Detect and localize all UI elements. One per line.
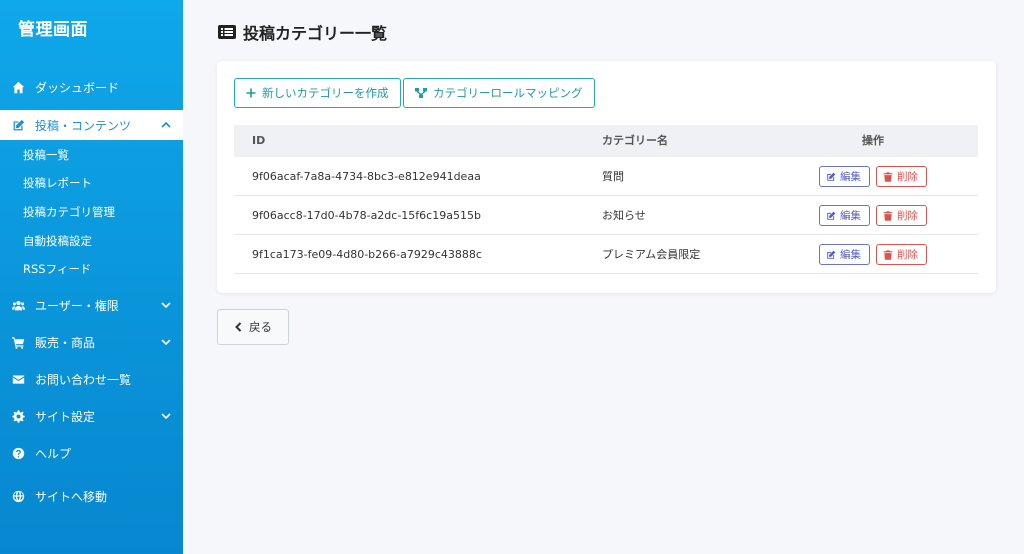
sidebar-item-label: サイトへ移動 [35,489,108,504]
sidebar-item-label: サイト設定 [35,409,96,424]
sidebar-item-help[interactable]: ヘルプ [0,438,183,468]
list-icon [218,24,236,40]
sidebar-item-sales-products[interactable]: 販売・商品 [0,327,183,357]
edit-button[interactable]: 編集 [819,166,870,187]
category-id: 9f1ca173-fe09-4d80-b266-a7929c43888c [252,248,482,261]
back-label: 戻る [249,320,272,334]
edit-label: 編集 [840,171,861,183]
edit-button[interactable]: 編集 [819,205,870,226]
home-icon [11,80,25,94]
edit-icon [827,211,836,220]
chevron-up-icon [160,119,172,131]
gear-icon [11,409,25,423]
sidebar-subitem-rss-feed[interactable]: RSSフィード [23,259,91,279]
create-category-label: 新しいカテゴリーを作成 [262,86,389,100]
chevron-down-icon [160,336,172,348]
delete-button[interactable]: 削除 [876,244,927,265]
trash-icon [883,249,893,260]
column-header-actions: 操作 [862,134,884,147]
page-title-text: 投稿カテゴリー一覧 [243,24,388,43]
chevron-down-icon [160,410,172,422]
trash-icon [883,171,893,182]
sidebar-item-label: 販売・商品 [35,335,96,350]
sidebar-item-label: ダッシュボード [35,80,120,95]
sidebar: 管理画面 ダッシュボード 投稿・コンテンツ 投稿一覧 投稿レポート 投稿カテゴリ… [0,0,183,554]
delete-label: 削除 [897,171,918,183]
sidebar-item-go-to-site[interactable]: サイトへ移動 [0,481,183,511]
trash-icon [883,210,893,221]
question-circle-icon [11,446,25,460]
category-id: 9f06acc8-17d0-4b78-a2dc-15f6c19a515b [252,209,481,222]
sidebar-item-posts-content[interactable]: 投稿・コンテンツ [0,110,183,140]
sitemap-icon [415,87,427,99]
table-header: ID カテゴリー名 操作 [234,125,978,157]
category-role-mapping-button[interactable]: カテゴリーロールマッピング [403,78,595,108]
sidebar-subitem-post-report[interactable]: 投稿レポート [23,173,92,193]
create-category-button[interactable]: 新しいカテゴリーを作成 [234,78,401,108]
chevron-left-icon [235,322,242,332]
column-header-id: ID [252,134,266,147]
delete-label: 削除 [897,210,918,222]
page-title: 投稿カテゴリー一覧 [218,20,387,44]
sidebar-item-label: 投稿・コンテンツ [35,118,132,133]
edit-button[interactable]: 編集 [819,244,870,265]
category-name: お知らせ [602,209,646,222]
category-card: 新しいカテゴリーを作成 カテゴリーロールマッピング ID カテゴリー名 操作 9… [217,61,996,293]
sidebar-item-dashboard[interactable]: ダッシュボード [0,72,183,102]
delete-button[interactable]: 削除 [876,166,927,187]
sidebar-item-users-permissions[interactable]: ユーザー・権限 [0,290,183,320]
delete-button[interactable]: 削除 [876,205,927,226]
sidebar-item-site-settings[interactable]: サイト設定 [0,401,183,431]
column-header-name: カテゴリー名 [602,134,668,147]
sidebar-subitem-auto-post-settings[interactable]: 自動投稿設定 [23,231,92,251]
table-row: 9f06acc8-17d0-4b78-a2dc-15f6c19a515b お知ら… [234,196,978,235]
brand-title: 管理画面 [18,20,88,40]
sidebar-subitem-post-list[interactable]: 投稿一覧 [23,145,69,165]
edit-icon [11,118,25,132]
globe-icon [11,489,25,503]
sidebar-item-inquiries[interactable]: お問い合わせ一覧 [0,364,183,394]
users-icon [11,298,25,312]
edit-label: 編集 [840,249,861,261]
table-row: 9f1ca173-fe09-4d80-b266-a7929c43888c プレミ… [234,235,978,274]
edit-icon [827,250,836,259]
sidebar-subitem-category-management[interactable]: 投稿カテゴリ管理 [23,202,115,222]
role-mapping-label: カテゴリーロールマッピング [433,86,583,100]
sidebar-item-label: ユーザー・権限 [35,298,119,313]
edit-label: 編集 [840,210,861,222]
category-name: 質問 [602,170,624,183]
sidebar-item-label: お問い合わせ一覧 [35,372,132,387]
envelope-icon [11,372,25,386]
category-id: 9f06acaf-7a8a-4734-8bc3-e812e941deaa [252,170,481,183]
table-row: 9f06acaf-7a8a-4734-8bc3-e812e941deaa 質問 … [234,157,978,196]
sidebar-item-label: ヘルプ [35,446,72,461]
edit-icon [827,172,836,181]
plus-icon [246,88,256,98]
back-button[interactable]: 戻る [217,309,289,345]
category-name: プレミアム会員限定 [602,248,701,261]
chevron-down-icon [160,299,172,311]
delete-label: 削除 [897,249,918,261]
cart-icon [11,335,25,349]
